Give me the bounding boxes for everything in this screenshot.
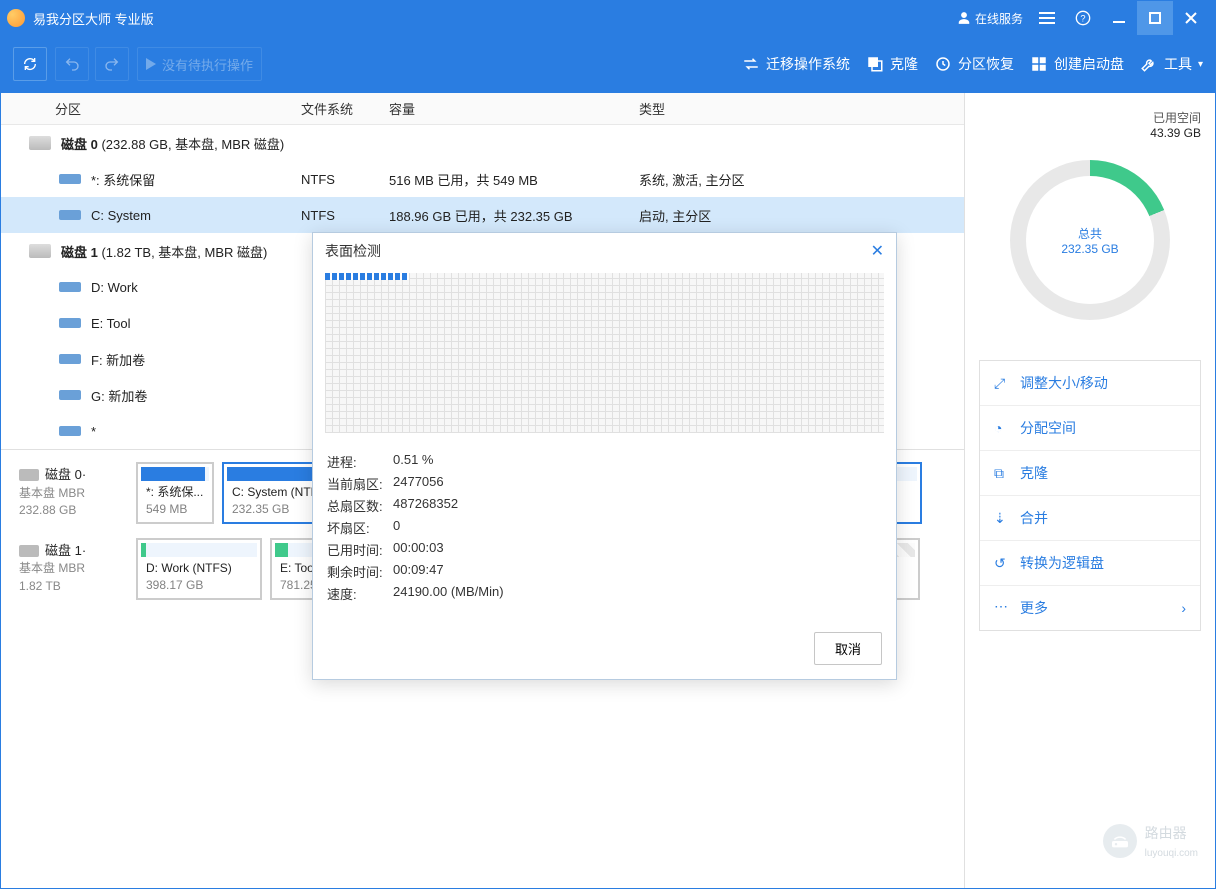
col-partition: 分区 — [1, 99, 301, 118]
watermark: 路由器luyouqi.com — [1103, 823, 1198, 859]
svg-text:?: ? — [1080, 13, 1085, 23]
action-convert[interactable]: ↺转换为逻辑盘 — [980, 540, 1200, 585]
partition-block[interactable]: *: 系统保...549 MB — [136, 462, 214, 524]
close-button[interactable] — [1173, 1, 1209, 35]
app-logo — [7, 9, 25, 27]
cancel-button[interactable]: 取消 — [814, 632, 882, 665]
clone-icon — [866, 55, 884, 73]
menu-icon[interactable] — [1029, 1, 1065, 35]
play-icon — [146, 58, 156, 70]
copy-icon: ⧉ — [994, 465, 1010, 481]
usage-donut: 总共232.35 GB — [1010, 160, 1170, 320]
clone-button[interactable]: 克隆 — [866, 54, 918, 74]
help-icon[interactable]: ? — [1065, 1, 1101, 35]
dialog-title: 表面检测 — [325, 241, 381, 261]
maximize-button[interactable] — [1137, 1, 1173, 35]
col-capacity: 容量 — [389, 99, 639, 118]
redo-button — [95, 47, 129, 81]
surface-test-dialog: 表面检测 ✕ 进程:0.51 %当前扇区:2477056总扇区数:4872683… — [312, 232, 897, 680]
create-bootdisk-button[interactable]: 创建启动盘 — [1030, 54, 1124, 74]
action-allocate[interactable]: ◔分配空间 — [980, 405, 1200, 450]
undo-button — [55, 47, 89, 81]
partition-recovery-button[interactable]: 分区恢复 — [934, 54, 1014, 74]
more-icon: ⋯ — [994, 598, 1010, 614]
partition-block[interactable]: D: Work (NTFS)398.17 GB — [136, 538, 262, 600]
recover-icon — [934, 55, 952, 73]
wrench-icon — [1140, 55, 1158, 73]
router-icon — [1103, 824, 1137, 858]
dialog-stats: 进程:0.51 %当前扇区:2477056总扇区数:487268352坏扇区:0… — [313, 443, 896, 622]
bootdisk-icon — [1030, 55, 1048, 73]
resize-icon: ⤢ — [994, 375, 1010, 391]
chevron-right-icon: › — [1181, 600, 1186, 616]
partition-row[interactable]: *: 系统保留 NTFS516 MB 已用，共 549 MB系统, 激活, 主分… — [1, 161, 964, 197]
migrate-os-button[interactable]: 迁移操作系统 — [742, 54, 850, 74]
partition-row[interactable]: C: System NTFS188.96 GB 已用，共 232.35 GB启动… — [1, 197, 964, 233]
execute-button: 没有待执行操作 — [137, 47, 262, 81]
col-type: 类型 — [639, 99, 964, 118]
app-title: 易我分区大师 专业版 — [33, 9, 154, 28]
action-clone[interactable]: ⧉克隆 — [980, 450, 1200, 495]
tools-button[interactable]: 工具 ▾ — [1140, 54, 1203, 74]
chevron-down-icon: ▾ — [1198, 59, 1203, 70]
merge-icon: ⇣ — [994, 510, 1010, 526]
side-panel: 已用空间43.39 GB 总共232.35 GB ⤢调整大小/移动 ◔分配空间 … — [965, 93, 1215, 888]
toolbar: 没有待执行操作 迁移操作系统 克隆 分区恢复 创建启动盘 工具 ▾ — [1, 35, 1215, 93]
side-actions: ⤢调整大小/移动 ◔分配空间 ⧉克隆 ⇣合并 ↺转换为逻辑盘 ⋯更多› — [979, 360, 1201, 631]
columns-header: 分区 文件系统 容量 类型 — [1, 93, 964, 125]
sector-grid — [325, 273, 884, 433]
disk-row[interactable]: 磁盘 0 (232.88 GB, 基本盘, MBR 磁盘) — [1, 125, 964, 161]
online-service[interactable]: 在线服务 — [957, 10, 1023, 27]
refresh-button[interactable] — [13, 47, 47, 81]
minimize-button[interactable] — [1101, 1, 1137, 35]
titlebar: 易我分区大师 专业版 在线服务 ? — [1, 1, 1215, 35]
migrate-icon — [742, 55, 760, 73]
action-resize[interactable]: ⤢调整大小/移动 — [980, 361, 1200, 405]
convert-icon: ↺ — [994, 555, 1010, 571]
action-more[interactable]: ⋯更多› — [980, 585, 1200, 630]
dialog-close-icon[interactable]: ✕ — [871, 241, 884, 261]
person-icon — [957, 11, 971, 25]
col-filesystem: 文件系统 — [301, 99, 389, 118]
pie-icon: ◔ — [994, 420, 1010, 436]
action-merge[interactable]: ⇣合并 — [980, 495, 1200, 540]
